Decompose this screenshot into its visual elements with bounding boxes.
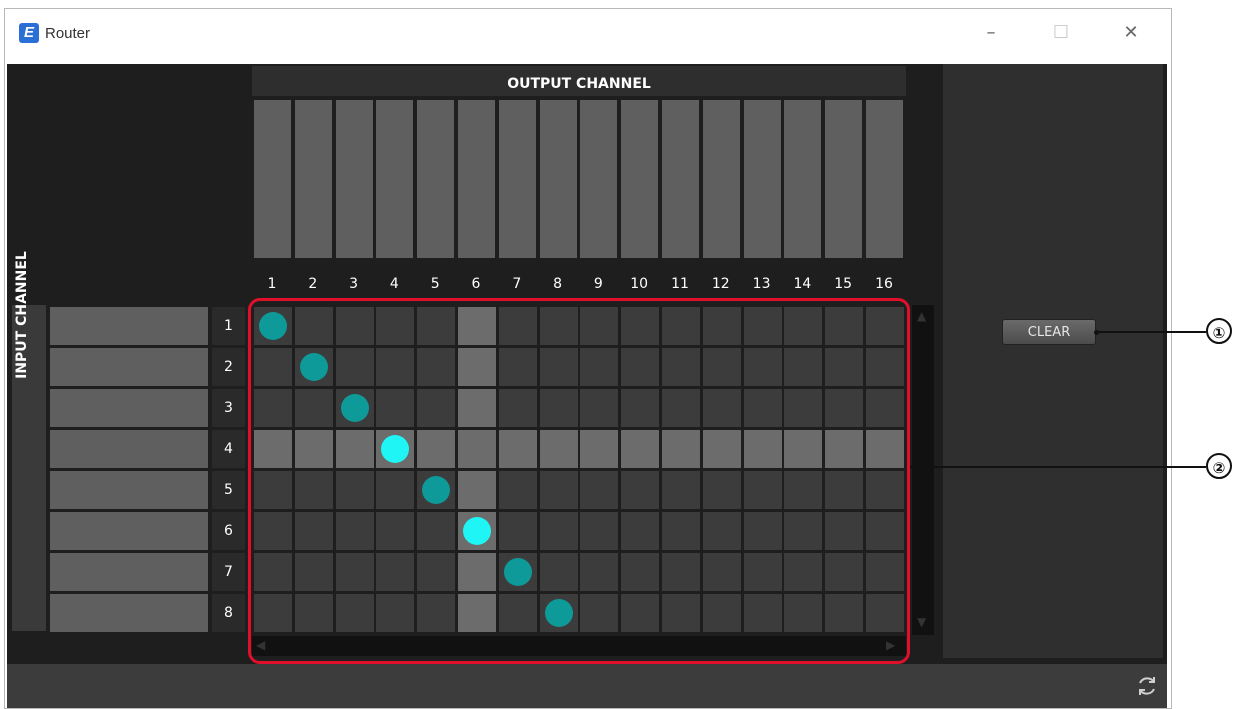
input-channel-number: 3 xyxy=(212,389,245,427)
input-channel-name-slot[interactable] xyxy=(50,471,208,509)
output-channel-number: 10 xyxy=(630,276,649,292)
output-channel-name-slot[interactable] xyxy=(702,100,740,258)
output-channel-number: 4 xyxy=(389,276,399,292)
app-logo-icon: E xyxy=(19,23,39,43)
input-channel-name-slot[interactable] xyxy=(50,430,208,468)
output-channel-number: 15 xyxy=(834,276,853,292)
clear-button[interactable]: CLEAR xyxy=(1002,319,1096,345)
input-channel-number: 2 xyxy=(212,348,245,386)
output-channel-number: 8 xyxy=(553,276,563,292)
window-title: Router xyxy=(45,25,91,42)
output-channel-number: 12 xyxy=(711,276,730,292)
output-channel-name-slot[interactable] xyxy=(743,100,781,258)
callout-2: ② xyxy=(1206,453,1232,479)
output-channel-number: 3 xyxy=(349,276,359,292)
scroll-up-icon[interactable]: ▲ xyxy=(917,309,926,323)
input-channel-number: 5 xyxy=(212,471,245,509)
output-channel-number: 1 xyxy=(267,276,277,292)
right-panel xyxy=(943,64,1163,658)
output-channel-name-slot[interactable] xyxy=(621,100,659,258)
output-channel-number: 6 xyxy=(471,276,481,292)
input-channel-name-slot[interactable] xyxy=(50,307,208,345)
output-channel-number: 9 xyxy=(593,276,603,292)
output-channel-name-slot[interactable] xyxy=(458,100,495,258)
input-channel-name-slot[interactable] xyxy=(50,553,208,591)
output-channel-name-slot[interactable] xyxy=(580,100,618,258)
maximize-button[interactable]: ☐ xyxy=(1041,17,1081,49)
input-channel-name-slot[interactable] xyxy=(50,389,208,427)
output-channel-name-slot[interactable] xyxy=(417,100,455,258)
input-channel-number: 4 xyxy=(212,430,245,468)
output-channel-name-slot[interactable] xyxy=(866,100,903,258)
output-channel-name-slot[interactable] xyxy=(825,100,863,258)
input-channel-number: 6 xyxy=(212,512,245,550)
output-channel-header: OUTPUT CHANNEL xyxy=(252,66,906,96)
input-channel-number: 8 xyxy=(212,594,245,632)
output-channel-name-slot[interactable] xyxy=(498,100,536,258)
output-channel-number: 11 xyxy=(671,276,689,292)
input-channel-label: INPUT CHANNEL xyxy=(14,251,30,379)
input-channel-name-slot[interactable] xyxy=(50,512,208,550)
output-channel-number: 14 xyxy=(793,276,812,292)
input-channel-number: 7 xyxy=(212,553,245,591)
output-channel-name-slot[interactable] xyxy=(376,100,414,258)
callout-dot-1 xyxy=(1094,330,1099,335)
callout-1: ① xyxy=(1206,318,1232,344)
output-channel-number: 16 xyxy=(875,276,893,292)
output-channel-name-slot[interactable] xyxy=(335,100,373,258)
refresh-icon[interactable] xyxy=(1135,674,1159,698)
output-channel-name-slot[interactable] xyxy=(539,100,577,258)
output-channel-name-slot[interactable] xyxy=(254,100,291,258)
scroll-down-icon[interactable]: ▼ xyxy=(917,615,926,629)
output-channel-name-slot[interactable] xyxy=(294,100,332,258)
input-channel-name-slot[interactable] xyxy=(50,348,208,386)
title-bar[interactable]: E Router – ☐ ✕ xyxy=(5,9,1171,64)
callout-line-2 xyxy=(910,466,1206,468)
close-button[interactable]: ✕ xyxy=(1111,17,1151,49)
output-channel-number: 2 xyxy=(308,276,318,292)
output-channel-number: 7 xyxy=(512,276,522,292)
output-channel-number: 5 xyxy=(430,276,440,292)
output-channel-name-slot[interactable] xyxy=(662,100,699,258)
matrix-callout-frame xyxy=(248,298,910,664)
output-channel-number: 13 xyxy=(752,276,771,292)
status-bar xyxy=(7,664,1167,708)
vertical-scrollbar[interactable]: ▲ ▼ xyxy=(912,305,934,635)
input-channel-number: 1 xyxy=(212,307,245,345)
input-channel-name-slot[interactable] xyxy=(50,594,208,632)
output-channel-name-slot[interactable] xyxy=(784,100,822,258)
minimize-button[interactable]: – xyxy=(971,17,1011,49)
callout-line-1 xyxy=(1096,331,1206,333)
